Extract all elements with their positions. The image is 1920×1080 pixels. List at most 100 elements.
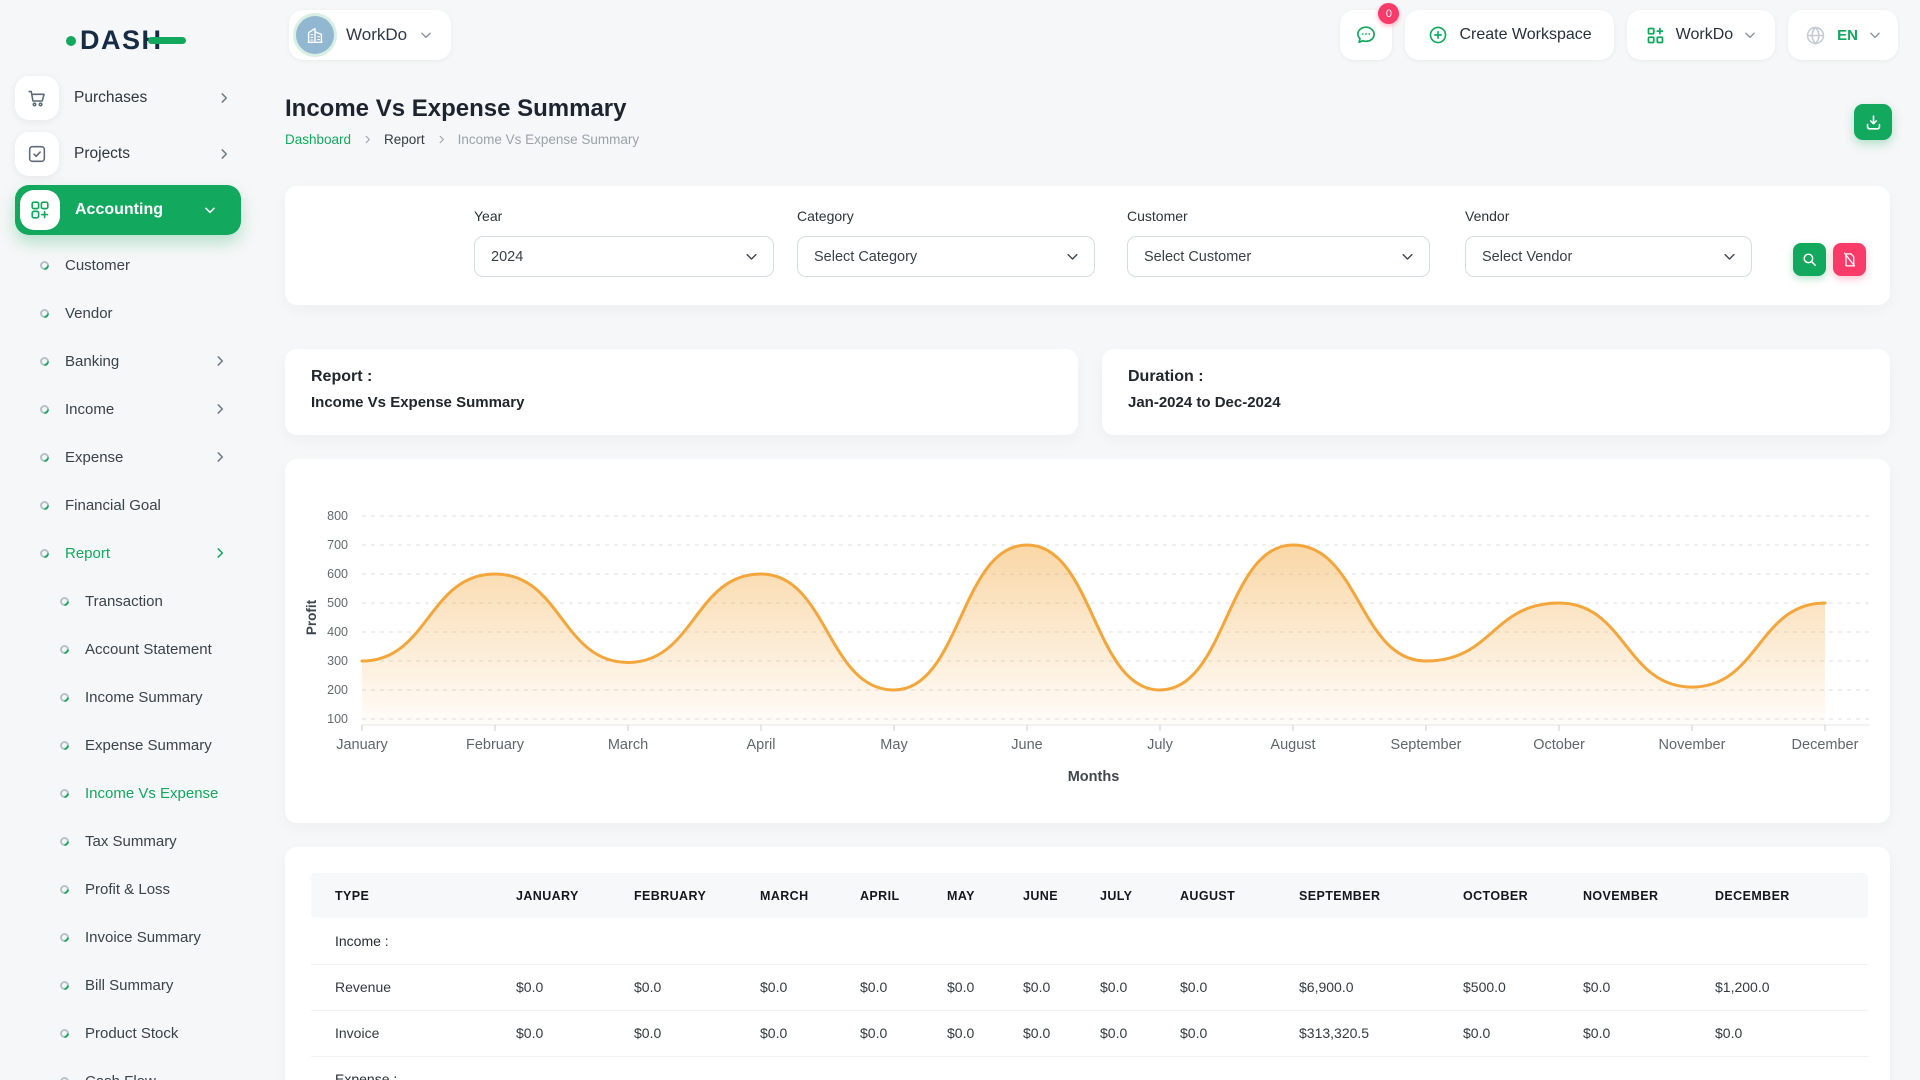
sidebar-item-purchases[interactable]: Purchases — [15, 70, 241, 126]
filter-label: Year — [474, 208, 774, 224]
column-header-september: SEPTEMBER — [1291, 873, 1455, 918]
sidebar-item-report[interactable]: Report — [15, 529, 241, 577]
select-value: Select Category — [814, 249, 1065, 265]
x-axis-tick-label: August — [1270, 737, 1315, 753]
messages-button[interactable]: 0 — [1340, 10, 1392, 60]
chevron-down-icon — [1743, 28, 1757, 42]
table-section-income: Income : — [311, 918, 1868, 964]
sidebar-item-projects[interactable]: Projects — [15, 126, 241, 182]
value-cell: $0.0 — [939, 964, 1015, 1010]
x-axis-tick-label: March — [608, 737, 648, 753]
x-axis-tick-label: September — [1391, 737, 1462, 753]
sidebar-item-label: Tax Summary — [85, 833, 241, 850]
download-button[interactable] — [1854, 104, 1892, 140]
breadcrumb-separator-icon — [362, 134, 373, 145]
filter-field-vendor: VendorSelect Vendor — [1465, 208, 1752, 277]
breadcrumb-item-dashboard[interactable]: Dashboard — [285, 132, 351, 147]
sidebar-item-label: Product Stock — [85, 1025, 241, 1042]
value-cell: $0.0 — [508, 1010, 626, 1056]
sidebar-item-bill-summary[interactable]: Bill Summary — [15, 961, 241, 1009]
sidebar-item-label: Banking — [65, 353, 213, 370]
plus-circle-icon — [1427, 24, 1449, 46]
sidebar-item-expense-summary[interactable]: Expense Summary — [15, 721, 241, 769]
workspace-menu-button[interactable]: WorkDo — [1627, 10, 1776, 60]
sidebar-item-expense[interactable]: Expense — [15, 433, 241, 481]
sidebar-item-income-vs-expense[interactable]: Income Vs Expense — [15, 769, 241, 817]
sidebar-item-label: Income Summary — [85, 689, 241, 706]
sidebar-item-product-stock[interactable]: Product Stock — [15, 1009, 241, 1057]
duration-label: Duration : — [1128, 368, 1864, 386]
value-cell: $313,320.5 — [1291, 1010, 1455, 1056]
select-vendor[interactable]: Select Vendor — [1465, 236, 1752, 277]
chevron-down-icon — [203, 203, 217, 217]
sidebar-item-income[interactable]: Income — [15, 385, 241, 433]
select-year[interactable]: 2024 — [474, 236, 774, 277]
sidebar-item-label: Expense Summary — [85, 737, 241, 754]
sidebar-item-label: Profit & Loss — [85, 881, 241, 898]
cart-icon — [15, 76, 59, 120]
workspace-selector[interactable]: WorkDo — [289, 10, 451, 60]
profit-area-chart: 800700600500400300200100JanuaryFebruaryM… — [300, 466, 1875, 816]
dash-logo[interactable]: DASH — [64, 18, 190, 63]
sidebar-item-account-statement[interactable]: Account Statement — [15, 625, 241, 673]
sidebar-item-label: Income — [65, 401, 213, 418]
column-header-april: APRIL — [852, 873, 939, 918]
sidebar-item-financial-goal[interactable]: Financial Goal — [15, 481, 241, 529]
y-axis-tick-label: 600 — [327, 567, 348, 581]
sidebar-item-tax-summary[interactable]: Tax Summary — [15, 817, 241, 865]
bullet-icon — [58, 595, 71, 608]
reset-filter-button[interactable] — [1833, 243, 1866, 276]
sidebar-item-customer[interactable]: Customer — [15, 241, 241, 289]
logo-dot-icon — [66, 36, 76, 46]
value-cell: $500.0 — [1455, 964, 1575, 1010]
y-axis-tick-label: 500 — [327, 596, 348, 610]
bullet-icon — [58, 835, 71, 848]
value-cell: $0.0 — [1092, 1010, 1172, 1056]
x-axis-tick-label: February — [466, 737, 525, 753]
bullet-icon — [38, 307, 51, 320]
value-cell: $0.0 — [626, 964, 752, 1010]
breadcrumb-item-report[interactable]: Report — [384, 132, 425, 147]
sidebar-item-cash-flow[interactable]: Cash Flow — [15, 1057, 241, 1080]
column-header-december: DECEMBER — [1707, 873, 1868, 918]
bullet-icon — [58, 931, 71, 944]
x-axis-tick-label: October — [1533, 737, 1585, 753]
chevron-down-icon — [419, 28, 433, 42]
sidebar-item-invoice-summary[interactable]: Invoice Summary — [15, 913, 241, 961]
x-axis-title: Months — [1068, 769, 1120, 785]
download-icon — [1864, 113, 1883, 132]
value-cell: $0.0 — [852, 964, 939, 1010]
sidebar-item-label: Accounting — [75, 201, 188, 219]
bullet-icon — [58, 787, 71, 800]
value-cell: $0.0 — [1455, 1010, 1575, 1056]
report-summary-card: Report : Income Vs Expense Summary — [285, 349, 1078, 435]
breadcrumb-separator-icon — [436, 134, 447, 145]
apply-filter-button[interactable] — [1793, 243, 1826, 276]
value-cell: $0.0 — [1092, 964, 1172, 1010]
value-cell: $0.0 — [1172, 964, 1291, 1010]
language-selector[interactable]: EN — [1788, 10, 1898, 60]
column-header-type: TYPE — [311, 873, 508, 918]
sidebar-item-label: Transaction — [85, 593, 241, 610]
chevron-down-icon — [744, 249, 759, 264]
table-row-revenue: Revenue$0.0$0.0$0.0$0.0$0.0$0.0$0.0$0.0$… — [311, 964, 1868, 1010]
sidebar-item-income-summary[interactable]: Income Summary — [15, 673, 241, 721]
value-cell: $0.0 — [1015, 964, 1092, 1010]
table-header-row: TYPEJANUARYFEBRUARYMARCHAPRILMAYJUNEJULY… — [311, 873, 1868, 918]
sidebar-item-accounting[interactable]: Accounting — [15, 185, 241, 235]
sidebar-item-label: Bill Summary — [85, 977, 241, 994]
chat-icon — [1354, 23, 1378, 47]
select-customer[interactable]: Select Customer — [1127, 236, 1430, 277]
select-category[interactable]: Select Category — [797, 236, 1095, 277]
value-cell: $0.0 — [752, 1010, 852, 1056]
value-cell: $0.0 — [626, 1010, 752, 1056]
breadcrumb-item-income-vs-expense-summary: Income Vs Expense Summary — [458, 132, 640, 147]
sidebar-item-transaction[interactable]: Transaction — [15, 577, 241, 625]
sidebar-item-profit-loss[interactable]: Profit & Loss — [15, 865, 241, 913]
sidebar-item-vendor[interactable]: Vendor — [15, 289, 241, 337]
value-cell: $0.0 — [508, 964, 626, 1010]
filter-label: Category — [797, 208, 1095, 224]
sidebar-item-banking[interactable]: Banking — [15, 337, 241, 385]
column-header-may: MAY — [939, 873, 1015, 918]
create-workspace-button[interactable]: Create Workspace — [1405, 10, 1613, 60]
